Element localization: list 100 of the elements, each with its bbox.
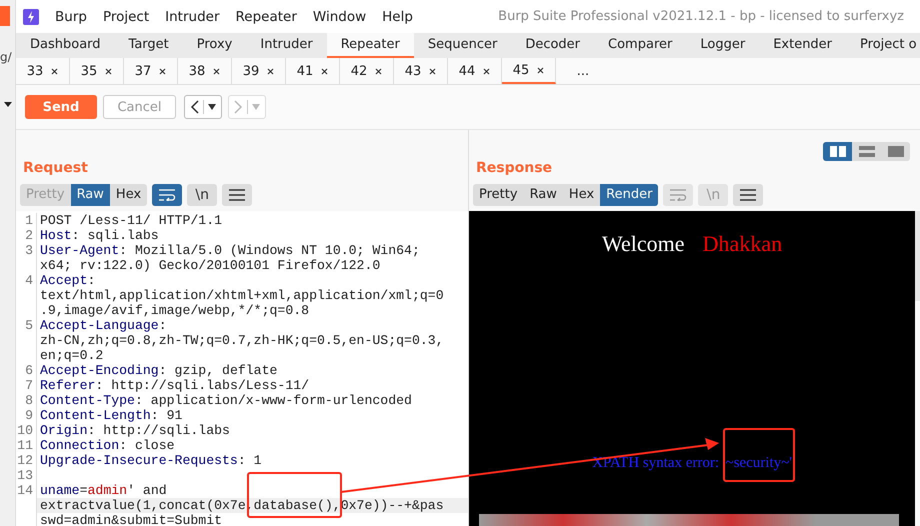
close-icon[interactable] [321, 68, 328, 74]
code-line: text/html,application/xhtml+xml,application/xml;q=0 [40, 288, 444, 303]
line-number: 12 [17, 453, 33, 468]
request-tab[interactable]: 33 [16, 58, 70, 84]
highlight-frame [723, 428, 795, 482]
close-icon[interactable] [429, 68, 436, 74]
user-name: Dhakkan [702, 231, 782, 257]
line-number: 3 [25, 243, 33, 258]
columns-icon [830, 146, 846, 157]
tool-tab[interactable]: Extender [759, 33, 846, 58]
code-line: zh-CN,zh;q=0.8,zh-TW;q=0.7,zh-HK;q=0.5,en-US;q=0.3, [40, 333, 444, 348]
code-line: en;q=0.2 [40, 348, 104, 363]
menu-item[interactable]: Intruder [165, 8, 220, 24]
back-button[interactable] [184, 95, 222, 119]
menu-item[interactable]: Repeater [236, 8, 297, 24]
lightning-logo-icon [23, 8, 39, 24]
code-line: Host: sqli.labs [40, 228, 159, 243]
line-number: 4 [25, 273, 33, 288]
panel-title: Response [476, 160, 552, 176]
code-line: x64; rv:122.0) Gecko/20100101 Firefox/122.0 [40, 258, 380, 273]
panel-title: Request [23, 160, 88, 176]
line-number: 11 [17, 438, 33, 453]
code-line: Origin: http://sqli.labs [40, 423, 230, 438]
line-number: 14 [17, 483, 33, 498]
tool-tab[interactable]: Proxy [182, 33, 246, 58]
menu-icon [229, 189, 246, 201]
url-fragment: g/ [0, 50, 12, 64]
wrap-icon [158, 189, 176, 201]
close-icon[interactable] [267, 68, 274, 74]
view-tab[interactable]: Render [600, 184, 658, 206]
layout-toggle[interactable] [881, 142, 910, 161]
newline-toggle[interactable]: \n [187, 184, 218, 206]
view-tab[interactable]: Pretty [473, 184, 524, 206]
menu-item[interactable]: Help [382, 8, 413, 24]
code-line: Upgrade-Insecure-Requests: 1 [40, 453, 262, 468]
view-tab[interactable]: Hex [562, 184, 600, 206]
code-line: swd=admin&submit=Submit [40, 513, 222, 526]
wrap-icon [669, 189, 688, 201]
request-tab[interactable]: 43 [394, 58, 448, 84]
menu-item[interactable]: Burp [55, 8, 87, 24]
view-tab[interactable]: Raw [70, 184, 110, 206]
code-line: POST /Less-11/ HTTP/1.1 [40, 213, 222, 228]
view-tab[interactable]: Raw [524, 184, 563, 206]
line-number: 13 [17, 468, 33, 483]
menu-button[interactable] [733, 184, 764, 206]
code-line: Accept-Encoding: gzip, deflate [40, 363, 278, 378]
tool-tab[interactable]: Project o [846, 33, 920, 58]
close-icon[interactable] [537, 66, 544, 74]
tool-tab[interactable]: Target [114, 33, 183, 58]
request-tab[interactable]: 38 [178, 58, 232, 84]
caret-icon [252, 104, 260, 110]
tool-tab[interactable]: Repeater [326, 33, 414, 58]
request-tab[interactable]: 41 [286, 58, 340, 84]
menu-button[interactable] [222, 184, 252, 206]
close-icon[interactable] [375, 68, 382, 74]
request-tab[interactable]: 39 [232, 58, 286, 84]
menu-item[interactable]: Project [102, 8, 150, 24]
code-line: Accept-Language: [40, 318, 167, 333]
code-line: Connection: close [40, 438, 175, 453]
request-tab[interactable]: 44 [448, 58, 502, 84]
close-icon[interactable] [483, 68, 490, 74]
line-number: 8 [25, 393, 33, 408]
square-icon [888, 146, 904, 157]
close-icon[interactable] [105, 68, 112, 74]
line-number: 1 [25, 213, 33, 228]
request-tab[interactable]: 37 [124, 58, 178, 84]
line-number: 6 [25, 363, 33, 378]
left-chevron-icon [190, 100, 199, 114]
tool-tab[interactable]: Sequencer [414, 33, 512, 58]
caret-icon [208, 104, 216, 110]
request-tab[interactable]: 35 [70, 58, 124, 84]
tool-tab[interactable]: Logger [686, 33, 760, 58]
tool-tab[interactable]: Dashboard [16, 33, 115, 58]
request-tab[interactable]: 42 [340, 58, 394, 84]
view-tab[interactable]: Hex [110, 184, 148, 206]
code-line: User-Agent: Mozilla/5.0 (Windows NT 10.0; Win64; [40, 243, 420, 258]
close-icon[interactable] [159, 68, 166, 74]
wrap-toggle[interactable] [152, 184, 182, 206]
tool-tab[interactable]: Decoder [511, 33, 594, 58]
rows-icon [858, 146, 874, 157]
code-line: Content-Length: 91 [40, 408, 182, 423]
close-icon[interactable] [51, 68, 58, 74]
line-number: 7 [25, 378, 33, 393]
menu-icon [740, 189, 756, 201]
code-line: Accept: [40, 273, 96, 288]
layout-toggle[interactable] [852, 142, 881, 161]
close-icon[interactable] [213, 68, 220, 74]
more-tabs[interactable]: ... [556, 58, 610, 84]
code-line: Referer: http://sqli.labs/Less-11/ [40, 378, 310, 393]
line-number: 2 [25, 228, 33, 243]
right-chevron-icon [234, 100, 243, 114]
layout-toggle[interactable] [823, 142, 852, 161]
tool-tab[interactable]: Comparer [594, 33, 686, 58]
welcome-text: Welcome [602, 231, 685, 257]
tool-tab[interactable]: Intruder [246, 33, 327, 58]
code-line: Content-Type: application/x-www-form-urlencoded [40, 393, 412, 408]
window-title: Burp Suite Professional v2021.12.1 - bp - licensed to surferxyz [498, 9, 904, 24]
code-line: .9,image/avif,image/webp,*/*;q=0.8 [40, 303, 310, 318]
caret-icon[interactable] [4, 102, 12, 107]
menu-item[interactable]: Window [312, 8, 366, 24]
